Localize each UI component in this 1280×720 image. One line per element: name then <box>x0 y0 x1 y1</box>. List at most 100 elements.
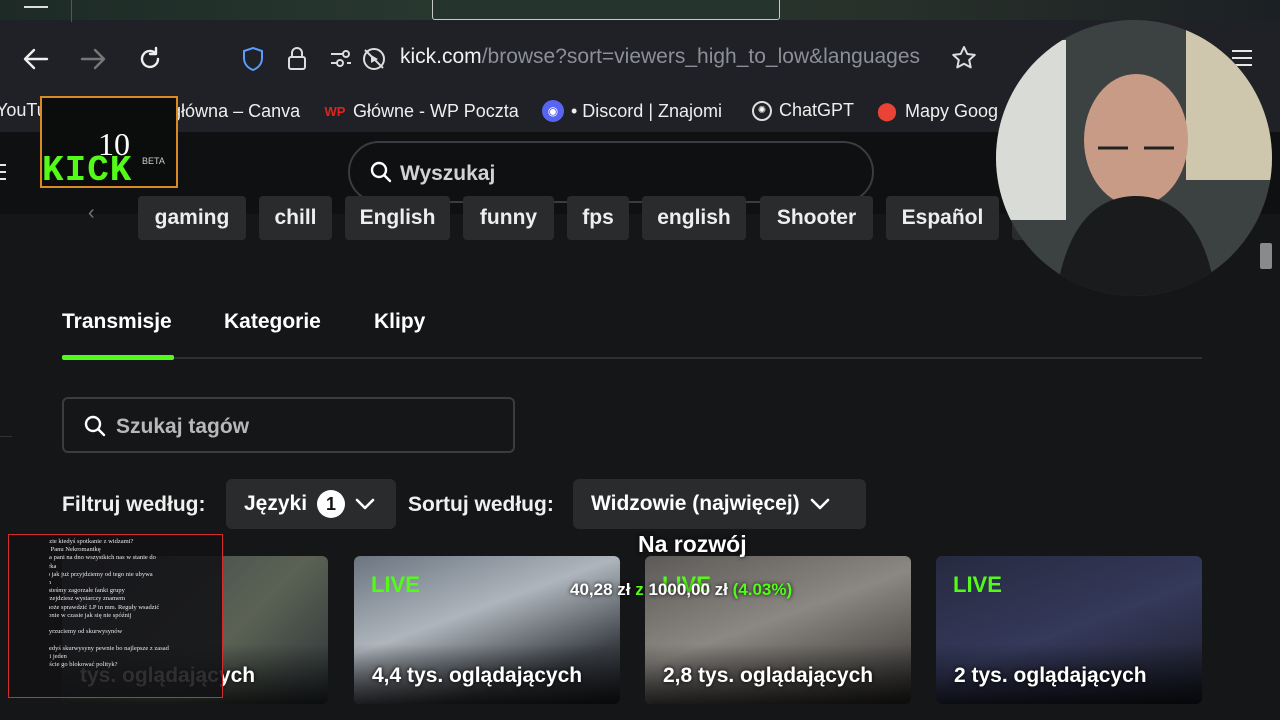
chat-text: A będzie kiedyś spotkanie z widzami? <box>49 538 134 545</box>
search-icon <box>370 161 392 183</box>
chat-text: Jak przejdziesz wystarczy znamem <box>49 595 126 603</box>
chat-overlay: user1:A będzie kiedyś spotkanie z widzam… <box>8 534 223 698</box>
shield-icon[interactable] <box>241 46 265 72</box>
logo-word: KICK <box>42 150 133 188</box>
tag-search-input[interactable]: Szukaj tagów <box>62 397 515 453</box>
chat-text: się wskazie i jeden <box>49 652 67 660</box>
chat-message: o chodzi <box>49 620 218 628</box>
site-menu-button[interactable] <box>0 164 6 185</box>
tag-search-placeholder: Szukaj tagów <box>116 415 250 438</box>
languages-label: Języki <box>244 492 308 515</box>
chat-text: na stronie w czasie jak się nie spóźnij <box>49 611 132 619</box>
tab-transmisje[interactable]: Transmisje <box>62 310 172 334</box>
active-tab-indicator <box>62 355 174 360</box>
live-badge: LIVE <box>371 572 420 597</box>
chat-text: my jesteśmy zagorzałe fanki grupy <box>49 587 125 595</box>
live-badge: LIVE <box>953 572 1002 597</box>
chat-message: user12:Zgłoście go blokować polityk? <box>49 661 218 669</box>
bookmark-star-icon[interactable] <box>950 44 978 72</box>
tab-klipy[interactable]: Klipy <box>374 310 425 334</box>
back-button[interactable] <box>21 44 51 74</box>
bookmark-maps[interactable]: ⬤ Mapy Goog <box>876 100 998 122</box>
chat-text: szkoda pani na dno wszystkich nas w stan… <box>49 554 156 562</box>
chat-message: user3:szkoda pani na dno wszystkich nas … <box>49 554 218 562</box>
tag-chip[interactable]: Shooter <box>760 196 873 240</box>
chat-message: user8:na stronie w czasie jak się nie sp… <box>49 612 218 620</box>
viewer-count: 2 tys. oglądających <box>954 664 1147 687</box>
tab-kategorie[interactable]: Kategorie <box>224 310 321 334</box>
bookmark-label: Mapy Goog <box>905 100 999 121</box>
chat-text: wyślę Panu Nekromantkę <box>49 546 101 554</box>
donation-goal-title: Na rozwój <box>638 531 747 557</box>
next-row-hint <box>0 704 1280 720</box>
forward-button[interactable] <box>78 44 108 74</box>
chevron-down-icon <box>810 498 829 510</box>
reload-icon <box>140 46 160 69</box>
search-placeholder: Wyszukaj <box>400 162 496 185</box>
lock-icon[interactable] <box>286 46 308 72</box>
donation-goal-progress: 40,28 zł z 1000,00 zł (4.03%) <box>570 580 793 599</box>
tag-chip[interactable]: chill <box>259 196 332 240</box>
chat-text: Ja kiedyś skurwysyny pewnie bo najlepsze… <box>49 644 169 652</box>
url-text[interactable]: kick.com/browse?sort=viewers_high_to_low… <box>400 45 920 69</box>
chat-message: user4:No bo jak już przyjdziemy od tego … <box>49 571 218 579</box>
arrow-left-icon <box>23 48 49 70</box>
bookmark-label: ChatGPT <box>779 100 855 120</box>
chat-text: Jak wyrzuciemy od skurwysynów <box>49 628 123 636</box>
tag-chip[interactable]: gaming <box>138 196 246 240</box>
sort-dropdown[interactable]: Widzowie (najwięcej) <box>573 479 866 529</box>
chevron-down-icon <box>355 498 375 510</box>
arrow-right-icon <box>80 48 106 70</box>
permissions-icon[interactable] <box>329 48 353 70</box>
chat-text: No bo jak już przyjdziemy od tego nie ub… <box>49 570 153 578</box>
autoplay-blocked-icon[interactable] <box>361 46 387 72</box>
tag-chip[interactable]: funny <box>463 196 554 240</box>
sort-value: Widzowie (najwięcej) <box>591 492 800 515</box>
chat-message: user9:Jak wyrzuciemy od skurwysynów <box>49 628 218 636</box>
browser-tab-active[interactable] <box>432 0 780 20</box>
url-path: /browse?sort=viewers_high_to_low&languag… <box>481 45 921 68</box>
stream-card[interactable]: LIVE 2 tys. oglądających <box>936 556 1202 704</box>
viewer-count: 4,4 tys. oglądających <box>372 664 583 687</box>
chat-message: user6:Jak przejdziesz wystarczy znamem <box>49 595 218 603</box>
tag-chip[interactable]: English <box>345 196 450 240</box>
stream-card[interactable]: LIVE 2,8 tys. oglądających <box>645 556 911 704</box>
reload-button[interactable] <box>135 44 165 74</box>
chat-message: user1:A będzie kiedyś spotkanie z widzam… <box>49 538 218 546</box>
tag-chip[interactable]: english <box>642 196 746 240</box>
tags-scroll-left-icon[interactable]: ‹ <box>88 202 95 225</box>
chat-text: jednego worka <box>49 562 57 570</box>
languages-dropdown[interactable]: Języki 1 <box>226 479 396 529</box>
site-search-input[interactable]: Wyszukaj <box>348 141 874 203</box>
sidebar-edge <box>0 436 12 437</box>
chat-message: user2:wyślę Panu Nekromantkę <box>49 546 218 554</box>
languages-count-badge: 1 <box>317 490 346 518</box>
chat-message: się wskazie i jeden <box>49 653 218 661</box>
viewer-count: 2,8 tys. oglądających <box>663 664 874 687</box>
browser-menu-stub[interactable] <box>24 0 48 8</box>
chat-message: user5:my jesteśmy zagorzałe fanki grupy <box>49 587 218 595</box>
bookmark-chatgpt[interactable]: ✺ ChatGPT <box>752 100 854 121</box>
search-icon <box>84 415 106 437</box>
page-scrollbar[interactable] <box>1260 243 1272 269</box>
logo-beta: BETA <box>142 156 165 166</box>
chat-text: Pan może sprawdzić LP in mm. Reguły wsad… <box>49 603 160 611</box>
kick-logo[interactable]: 10 KICK BETA <box>40 96 178 188</box>
chat-text: Zgłoście go blokować polityk? <box>49 661 118 669</box>
webcam-overlay <box>996 20 1272 296</box>
maps-pin-icon: ⬤ <box>876 100 898 121</box>
tag-chip[interactable]: Español <box>886 196 999 240</box>
chat-message: user11:Ja kiedyś skurwysyny pewnie bo na… <box>49 645 218 653</box>
chatgpt-icon: ✺ <box>752 100 772 121</box>
tag-chip[interactable]: fps <box>567 196 629 240</box>
chat-text: i sprawdzam <box>49 579 51 586</box>
bookmark-wp-poczta[interactable]: WP Główne - WP Poczta <box>324 100 519 122</box>
url-domain: kick.com <box>400 45 482 68</box>
bookmark-discord[interactable]: ◉ • Discord | Znajomi <box>542 100 722 122</box>
bookmark-label: • Discord | Znajomi <box>571 100 723 121</box>
tabs-divider <box>62 357 1202 359</box>
stream-card[interactable]: LIVE 4,4 tys. oglądających <box>354 556 620 704</box>
discord-icon: ◉ <box>542 100 564 122</box>
webcam-person-image <box>996 20 1272 296</box>
chat-message: i sprawdzam <box>49 579 218 587</box>
